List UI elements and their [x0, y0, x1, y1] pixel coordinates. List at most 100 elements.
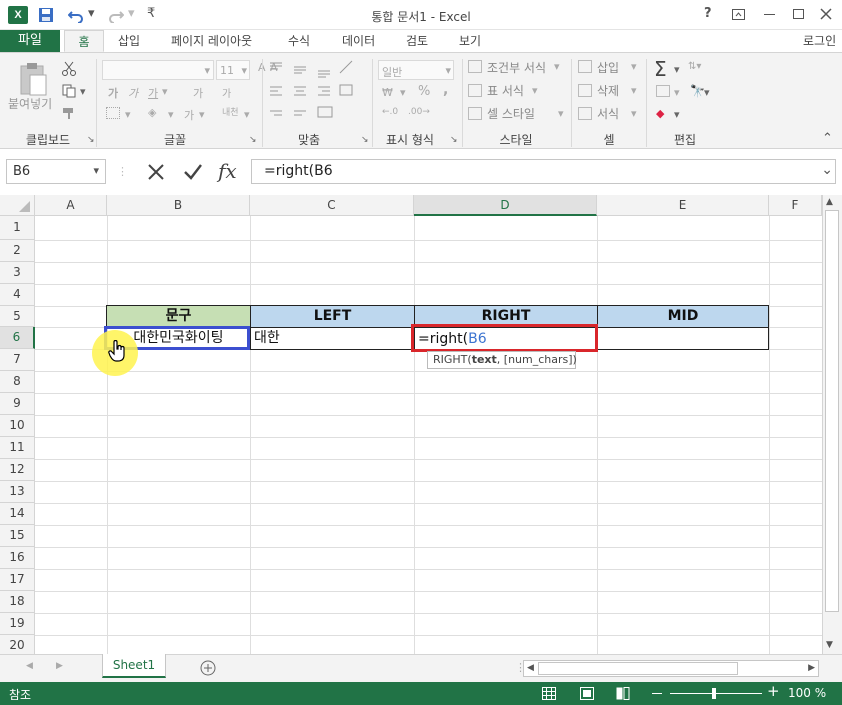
collapse-ribbon-icon[interactable]: ⌃ [822, 131, 833, 146]
select-all-corner[interactable] [0, 195, 35, 216]
paste-icon[interactable] [18, 61, 48, 97]
column-header-c[interactable]: C [250, 195, 414, 216]
tab-formulas[interactable]: 수식 [288, 30, 310, 52]
scroll-right-icon[interactable]: ▶ [808, 663, 815, 673]
ribbon-display-options-icon[interactable] [732, 9, 745, 20]
row-header-2[interactable]: 2 [0, 240, 35, 262]
row-header-16[interactable]: 16 [0, 547, 35, 569]
insert-cells-icon[interactable] [578, 60, 592, 73]
percent-button[interactable]: % [418, 84, 430, 99]
expand-formula-bar-icon[interactable]: ⌄ [821, 162, 833, 178]
conditional-format-icon[interactable] [468, 60, 482, 73]
clear-dropdown-icon[interactable]: ▾ [674, 108, 680, 121]
row-header-4[interactable]: 4 [0, 284, 35, 306]
maximize-button[interactable] [793, 9, 804, 19]
page-break-view-icon[interactable] [616, 687, 630, 700]
clipboard-launcher-icon[interactable]: ↘ [87, 135, 95, 145]
normal-view-icon[interactable] [542, 687, 556, 700]
conditional-format-button[interactable]: 조건부 서식 [487, 59, 546, 76]
tab-data[interactable]: 데이터 [342, 30, 375, 52]
zoom-in-button[interactable]: + [767, 682, 780, 700]
vertical-scroll-thumb[interactable] [825, 210, 839, 612]
zoom-slider[interactable] [670, 693, 762, 694]
column-header-d[interactable]: D [414, 195, 597, 216]
row-header-8[interactable]: 8 [0, 371, 35, 393]
table-header-left[interactable]: LEFT [250, 305, 415, 328]
cell-styles-dropdown-icon[interactable]: ▾ [558, 107, 564, 120]
row-header-17[interactable]: 17 [0, 569, 35, 591]
login-link[interactable]: 로그인 [803, 30, 836, 52]
zoom-out-button[interactable] [652, 693, 662, 694]
row-header-9[interactable]: 9 [0, 393, 35, 415]
copy-dropdown-icon[interactable]: ▾ [80, 85, 86, 98]
column-header-f[interactable]: F [769, 195, 822, 216]
find-dropdown-icon[interactable]: ▾ [704, 86, 710, 99]
font-color-icon[interactable]: 가 [184, 107, 194, 123]
grow-font-button[interactable]: 가 [193, 85, 203, 101]
format-cells-button[interactable]: 서식 [597, 105, 619, 122]
new-sheet-icon[interactable] [200, 660, 216, 676]
tooltip-arg-text[interactable]: text [472, 353, 497, 366]
confirm-entry-icon[interactable] [183, 163, 203, 181]
bold-button[interactable]: 가 [108, 85, 118, 101]
minimize-button[interactable] [764, 14, 775, 15]
paste-button[interactable]: 붙여넣기 [8, 95, 52, 112]
scroll-left-icon[interactable]: ◀ [527, 663, 534, 673]
table-header-phrase[interactable]: 문구 [106, 305, 251, 328]
insert-cells-button[interactable]: 삽입 [597, 59, 619, 76]
row-header-7[interactable]: 7 [0, 349, 35, 371]
format-cells-icon[interactable] [578, 107, 592, 120]
tab-home[interactable]: 홈 [64, 30, 104, 52]
underline-button[interactable]: 가 [148, 85, 158, 101]
autosum-icon[interactable]: Σ [654, 57, 667, 81]
comma-button[interactable]: , [443, 82, 448, 98]
format-dropdown-icon[interactable]: ▾ [631, 107, 637, 120]
format-painter-icon[interactable] [62, 107, 76, 121]
row-header-3[interactable]: 3 [0, 262, 35, 284]
autosum-dropdown-icon[interactable]: ▾ [674, 63, 680, 76]
scroll-up-icon[interactable]: ▲ [826, 197, 833, 207]
tab-insert[interactable]: 삽입 [118, 30, 140, 52]
row-header-6[interactable]: 6 [0, 327, 35, 349]
cancel-entry-icon[interactable] [147, 163, 165, 181]
conditional-dropdown-icon[interactable]: ▾ [554, 60, 560, 73]
column-header-e[interactable]: E [597, 195, 769, 216]
horizontal-scrollbar[interactable]: ◀ ▶ [523, 660, 819, 677]
row-header-19[interactable]: 19 [0, 613, 35, 635]
format-table-icon[interactable] [468, 84, 482, 97]
clear-icon[interactable]: ◆ [656, 107, 664, 120]
font-name-combo[interactable]: ▾ [102, 60, 214, 80]
zoom-slider-thumb[interactable] [712, 688, 716, 699]
help-button[interactable]: ? [704, 6, 712, 21]
splitter-icon[interactable]: ⋮ [117, 165, 128, 178]
insert-function-icon[interactable]: fx [218, 159, 237, 183]
delete-cells-icon[interactable] [578, 84, 592, 97]
cut-icon[interactable] [62, 61, 76, 77]
row-header-18[interactable]: 18 [0, 591, 35, 613]
underline-dropdown-icon[interactable]: ▾ [162, 85, 168, 98]
row-header-20[interactable]: 20 [0, 635, 35, 656]
decrease-decimal-icon[interactable]: .00→ [408, 107, 430, 117]
table-header-mid[interactable]: MID [597, 305, 769, 328]
cell-c6[interactable]: 대한 [254, 327, 280, 349]
copy-icon[interactable] [62, 84, 76, 98]
tab-view[interactable]: 보기 [459, 30, 481, 52]
formula-input[interactable]: =right(B6 ⌄ [251, 159, 836, 184]
font-size-combo[interactable]: 11 ▾ [216, 60, 250, 80]
find-select-icon[interactable]: 🔭 [690, 84, 705, 98]
tab-page-layout[interactable]: 페이지 레이아웃 [171, 30, 252, 52]
tooltip-arg-num-chars[interactable]: [num_chars]) [504, 353, 577, 366]
italic-button[interactable]: 가 [128, 85, 138, 101]
format-table-button[interactable]: 표 서식 [487, 82, 524, 99]
tab-review[interactable]: 검토 [406, 30, 428, 52]
row-header-1[interactable]: 1 [0, 216, 35, 240]
cell-styles-button[interactable]: 셀 스타일 [487, 105, 535, 122]
insert-dropdown-icon[interactable]: ▾ [631, 60, 637, 73]
cell-styles-icon[interactable] [468, 107, 482, 120]
prev-sheet-icon[interactable]: ◀ [26, 661, 33, 671]
delete-dropdown-icon[interactable]: ▾ [631, 84, 637, 97]
borders-icon[interactable] [106, 107, 120, 119]
row-header-12[interactable]: 12 [0, 459, 35, 481]
row-header-15[interactable]: 15 [0, 525, 35, 547]
alignment-launcher-icon[interactable]: ↘ [361, 135, 369, 145]
